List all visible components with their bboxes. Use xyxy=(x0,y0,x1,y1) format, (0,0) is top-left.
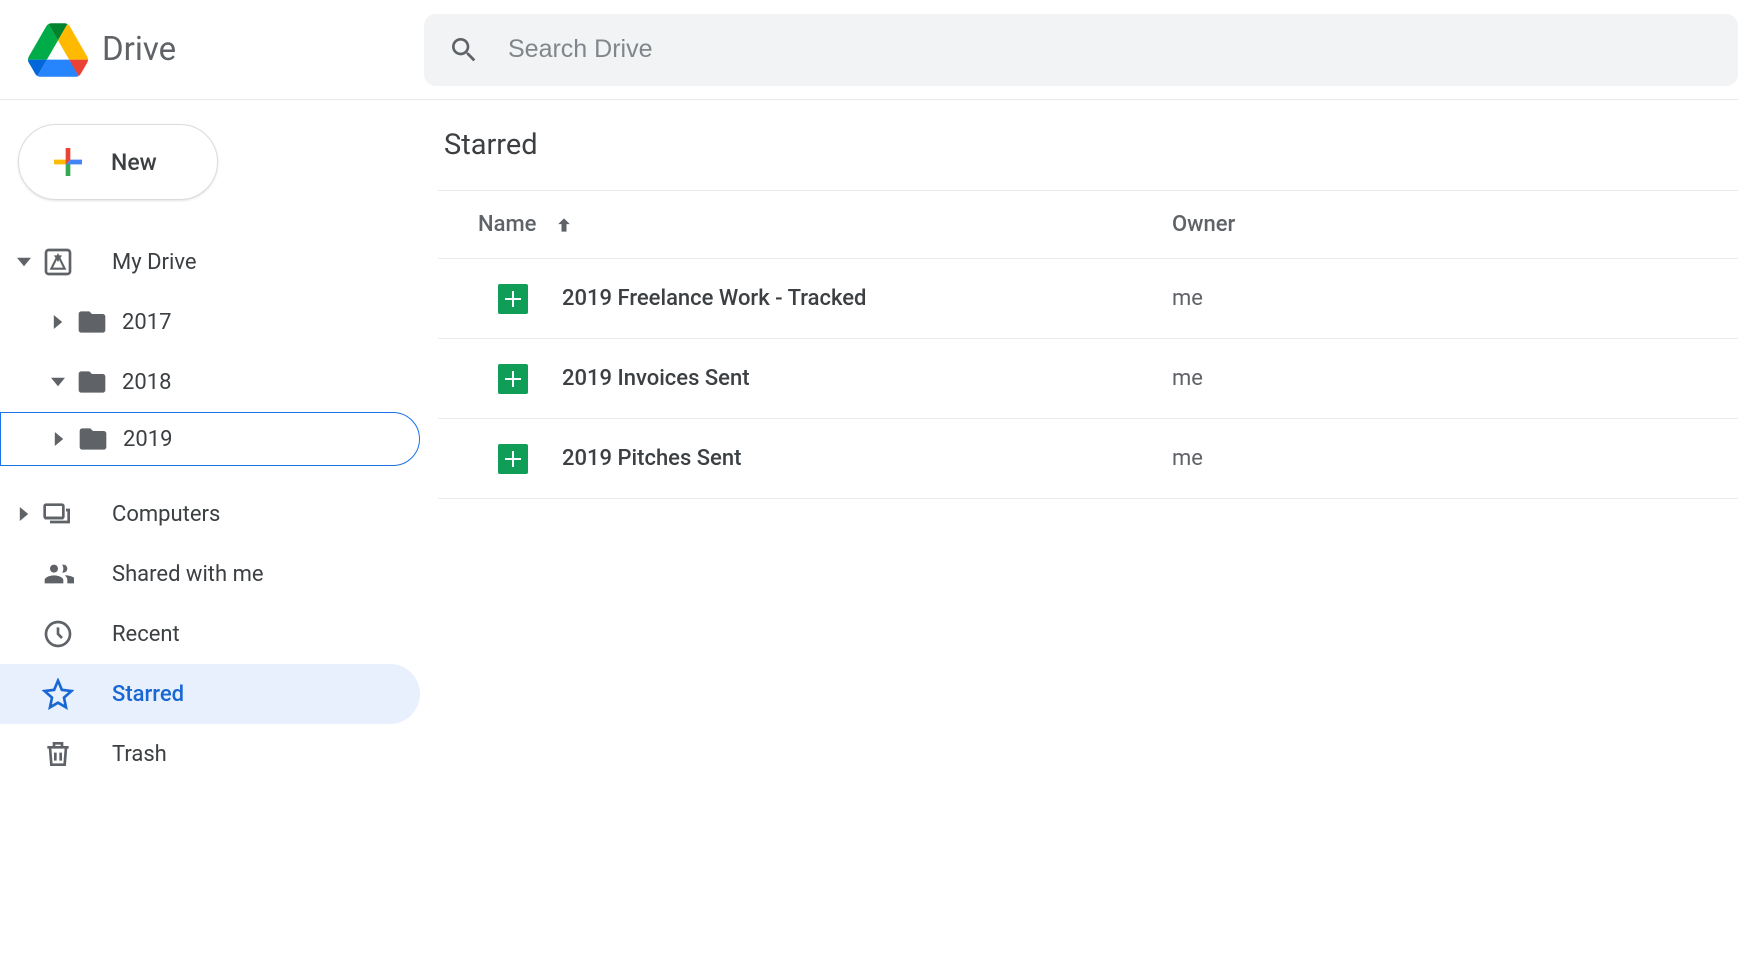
file-owner: me xyxy=(1172,286,1203,311)
search-input[interactable] xyxy=(508,35,1714,64)
sidebar: New My Drive 2017 2018 2019 Computers xyxy=(0,100,424,972)
trash-label: Trash xyxy=(112,742,167,767)
column-header-name[interactable]: Name xyxy=(478,212,1172,237)
clock-icon xyxy=(42,618,74,650)
column-name-label: Name xyxy=(478,212,536,237)
sidebar-item-shared[interactable]: Shared with me xyxy=(0,544,420,604)
folder-label: 2019 xyxy=(123,427,172,452)
plus-icon xyxy=(47,141,89,183)
my-drive-label: My Drive xyxy=(112,250,197,275)
sidebar-folder-2017[interactable]: 2017 xyxy=(0,292,420,352)
computers-icon xyxy=(42,498,74,530)
folder-icon xyxy=(76,366,108,398)
sidebar-item-computers[interactable]: Computers xyxy=(0,484,420,544)
drive-logo-icon xyxy=(28,20,88,80)
table-header: Name Owner xyxy=(438,191,1738,259)
file-name: 2019 Invoices Sent xyxy=(562,366,1172,391)
page-title: Starred xyxy=(438,128,1738,191)
file-owner: me xyxy=(1172,446,1203,471)
sheets-icon xyxy=(498,284,528,314)
star-icon xyxy=(42,678,74,710)
recent-label: Recent xyxy=(112,622,180,647)
chevron-right-icon[interactable] xyxy=(14,507,34,521)
shared-icon xyxy=(42,558,74,590)
chevron-right-icon[interactable] xyxy=(49,432,69,446)
sidebar-item-starred[interactable]: Starred xyxy=(0,664,420,724)
file-name: 2019 Pitches Sent xyxy=(562,446,1172,471)
search-icon xyxy=(448,34,480,66)
sheets-icon xyxy=(498,444,528,474)
app-title: Drive xyxy=(102,30,176,69)
file-row[interactable]: 2019 Pitches Sent me xyxy=(438,419,1738,499)
file-name: 2019 Freelance Work - Tracked xyxy=(562,286,1172,311)
header: Drive xyxy=(0,0,1738,100)
chevron-down-icon[interactable] xyxy=(14,255,34,269)
folder-icon xyxy=(76,306,108,338)
folder-icon xyxy=(77,423,109,455)
file-owner: me xyxy=(1172,366,1203,391)
starred-label: Starred xyxy=(112,682,184,707)
drive-square-icon xyxy=(42,246,74,278)
folder-label: 2018 xyxy=(122,370,171,395)
new-button[interactable]: New xyxy=(18,124,218,200)
file-row[interactable]: 2019 Invoices Sent me xyxy=(438,339,1738,419)
sidebar-item-my-drive[interactable]: My Drive xyxy=(0,232,420,292)
shared-label: Shared with me xyxy=(112,562,264,587)
sidebar-item-trash[interactable]: Trash xyxy=(0,724,420,784)
sidebar-item-recent[interactable]: Recent xyxy=(0,604,420,664)
new-button-label: New xyxy=(111,149,157,176)
sidebar-folder-2019[interactable]: 2019 xyxy=(0,412,420,466)
column-owner-label: Owner xyxy=(1172,212,1235,237)
main-content: Starred Name Owner 2019 Freelance Work -… xyxy=(424,100,1738,972)
arrow-up-icon xyxy=(554,215,574,235)
logo-area[interactable]: Drive xyxy=(0,20,424,80)
chevron-down-icon[interactable] xyxy=(48,375,68,389)
computers-label: Computers xyxy=(112,502,220,527)
column-header-owner[interactable]: Owner xyxy=(1172,212,1235,237)
folder-label: 2017 xyxy=(122,310,171,335)
sheets-icon xyxy=(498,364,528,394)
file-row[interactable]: 2019 Freelance Work - Tracked me xyxy=(438,259,1738,339)
trash-icon xyxy=(42,738,74,770)
chevron-right-icon[interactable] xyxy=(48,315,68,329)
sidebar-folder-2018[interactable]: 2018 xyxy=(0,352,420,412)
search-bar[interactable] xyxy=(424,14,1738,86)
